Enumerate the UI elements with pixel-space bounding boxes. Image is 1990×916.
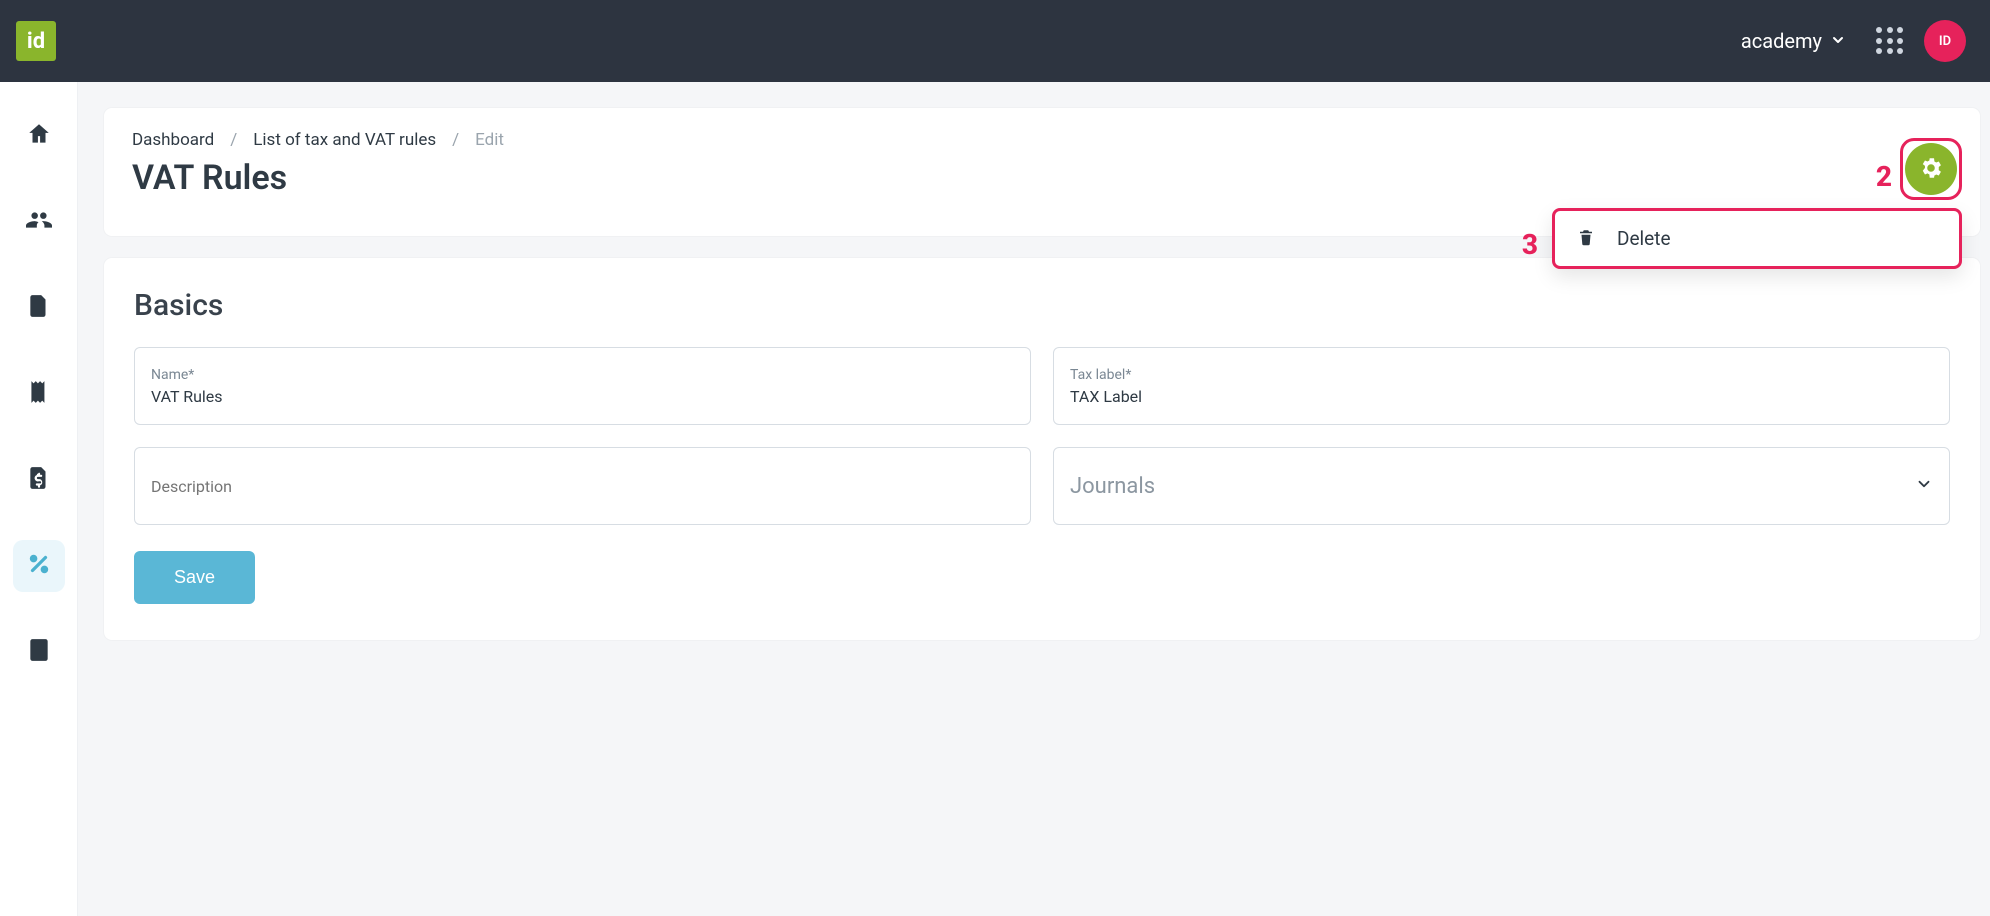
sidebar-item-people[interactable] <box>13 196 65 248</box>
trash-icon <box>1577 228 1595 250</box>
org-switcher-label: academy <box>1741 29 1822 53</box>
tax-label-label: Tax label* <box>1070 367 1933 383</box>
receipt-icon <box>26 379 52 409</box>
tax-label-input[interactable] <box>1070 387 1933 406</box>
menu-item-delete[interactable]: Delete <box>1617 227 1671 250</box>
save-button[interactable]: Save <box>134 551 255 604</box>
journals-field[interactable]: Journals <box>1053 447 1950 525</box>
breadcrumb: Dashboard / List of tax and VAT rules / … <box>132 130 1952 150</box>
name-field[interactable]: Name* <box>134 347 1031 425</box>
chevron-down-icon <box>1830 29 1846 53</box>
breadcrumb-edit: Edit <box>475 130 504 150</box>
annotation-step-2: 2 <box>1876 160 1892 193</box>
settings-button[interactable] <box>1905 143 1957 195</box>
invoice-icon <box>26 465 52 495</box>
sidebar-item-documents[interactable] <box>13 282 65 334</box>
apps-grid-icon[interactable] <box>1876 27 1904 55</box>
page-title: VAT Rules <box>132 158 1952 198</box>
basics-card: Basics Name* Tax label* Journals <box>104 258 1980 640</box>
org-switcher[interactable]: academy <box>1731 23 1856 59</box>
document-icon <box>26 293 52 323</box>
topbar: id academy ID <box>0 0 1990 82</box>
people-icon <box>26 207 52 237</box>
settings-menu: Delete <box>1552 208 1962 269</box>
sidebar-item-home[interactable] <box>13 110 65 162</box>
sidebar-item-invoices[interactable] <box>13 454 65 506</box>
book-icon <box>26 637 52 667</box>
annotation-step-3: 3 <box>1522 228 1538 261</box>
sidebar <box>0 82 78 916</box>
tax-label-field[interactable]: Tax label* <box>1053 347 1950 425</box>
description-field[interactable] <box>134 447 1031 525</box>
breadcrumb-separator: / <box>452 130 459 150</box>
breadcrumb-separator: / <box>230 130 237 150</box>
percent-icon <box>26 551 52 581</box>
app-logo[interactable]: id <box>16 21 56 61</box>
name-input[interactable] <box>151 387 1014 406</box>
breadcrumb-dashboard[interactable]: Dashboard <box>132 130 214 150</box>
home-icon <box>26 121 52 151</box>
name-label: Name* <box>151 367 1014 383</box>
journals-placeholder: Journals <box>1070 474 1933 499</box>
sidebar-item-tax[interactable] <box>13 540 65 592</box>
chevron-down-icon <box>1915 475 1933 497</box>
avatar[interactable]: ID <box>1924 20 1966 62</box>
sidebar-item-receipts[interactable] <box>13 368 65 420</box>
sidebar-item-books[interactable] <box>13 626 65 678</box>
page-header-card: Dashboard / List of tax and VAT rules / … <box>104 108 1980 236</box>
section-title-basics: Basics <box>134 288 1950 323</box>
breadcrumb-list[interactable]: List of tax and VAT rules <box>253 130 436 150</box>
gear-icon <box>1918 155 1944 184</box>
description-input[interactable] <box>151 477 1014 496</box>
annotation-highlight-gear <box>1900 138 1962 200</box>
